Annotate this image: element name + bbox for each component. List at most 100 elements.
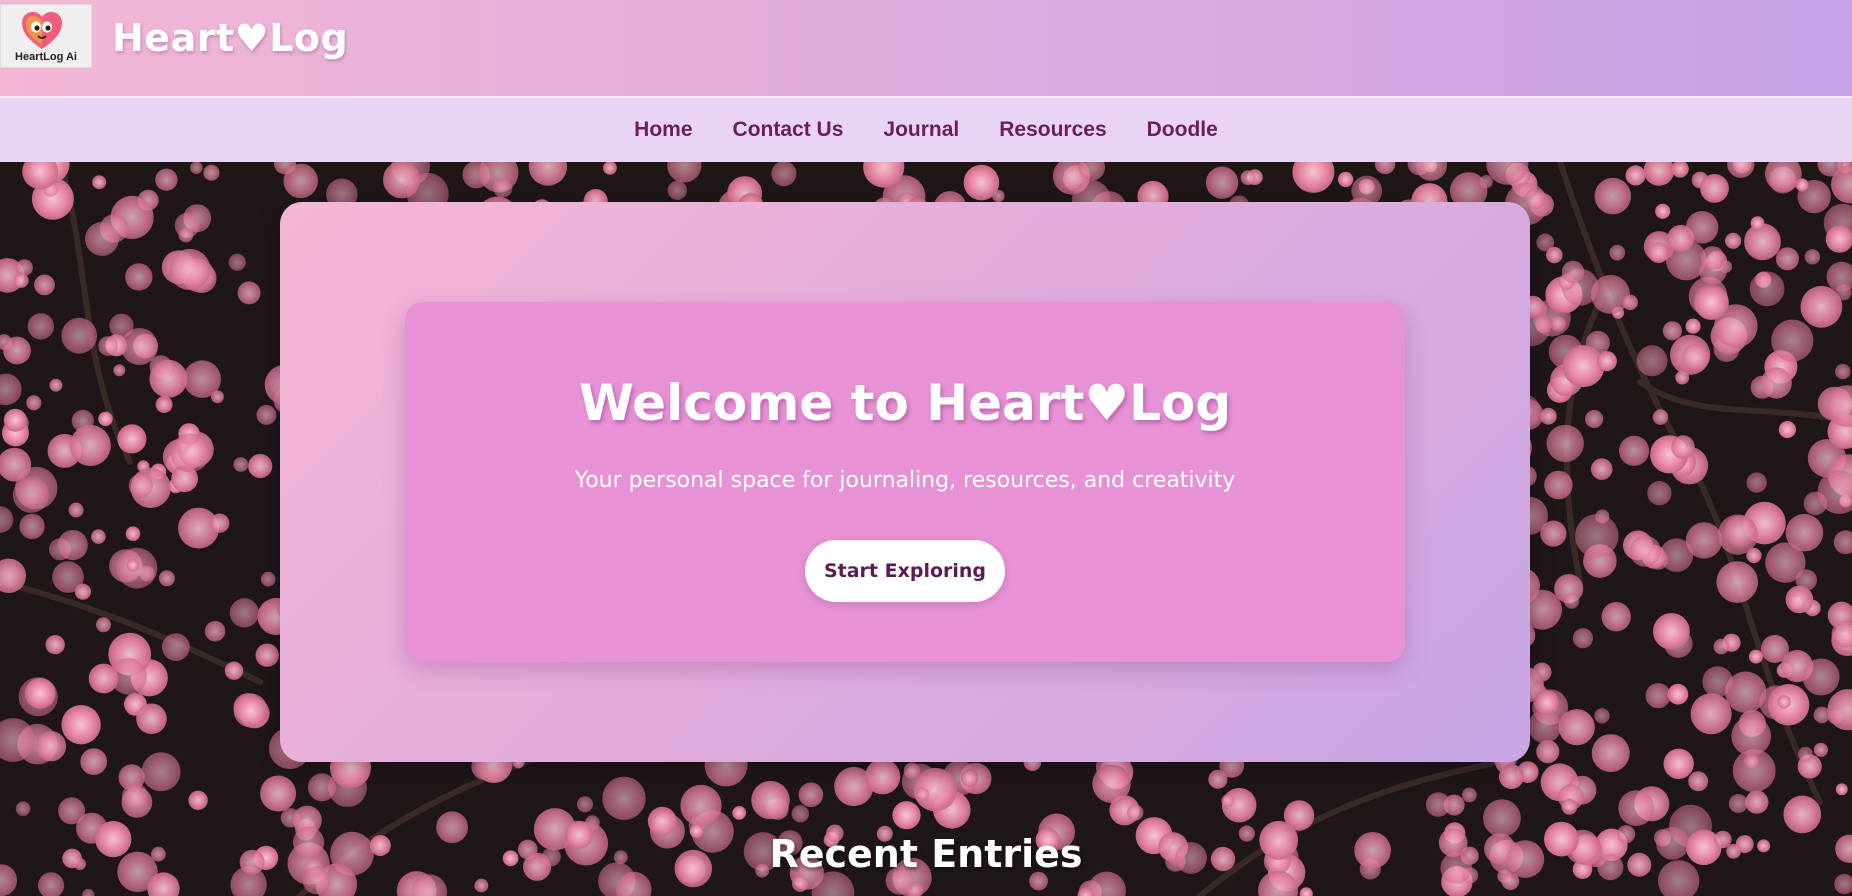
blossom: [12, 476, 50, 513]
blossom: [35, 731, 67, 762]
logo[interactable]: HeartLog Ai: [0, 4, 92, 68]
blossom: [24, 678, 56, 709]
blossom: [1802, 658, 1840, 696]
blossom: [1618, 790, 1655, 826]
start-exploring-button[interactable]: Start Exploring: [805, 540, 1005, 602]
blossom: [96, 617, 111, 633]
blossom: [1208, 769, 1228, 789]
hero-subtitle: Your personal space for journaling, reso…: [574, 468, 1236, 493]
blossom: [1127, 804, 1144, 821]
blossom: [1700, 174, 1729, 203]
blossom: [149, 359, 188, 398]
blossom: [771, 162, 797, 187]
nav-link-resources[interactable]: Resources: [999, 118, 1106, 142]
blossom: [1835, 363, 1851, 380]
blossom: [1685, 522, 1723, 559]
blossom: [126, 559, 140, 572]
blossom: [1205, 166, 1239, 199]
recent-entries-title: Recent Entries: [769, 832, 1083, 876]
blossom: [68, 502, 84, 518]
blossom: [1550, 315, 1567, 332]
logo-text: HeartLog Ai: [15, 51, 77, 63]
nav-link-home[interactable]: Home: [634, 118, 692, 142]
blossom: [1572, 628, 1593, 649]
blossom: [34, 274, 55, 296]
blossom: [13, 273, 29, 288]
blossom: [98, 411, 113, 427]
blossom: [1590, 458, 1613, 480]
blossom: [1675, 370, 1690, 385]
blossom: [1744, 223, 1781, 261]
blossom: [493, 178, 513, 198]
blossom: [52, 561, 84, 593]
blossom: [732, 806, 747, 820]
blossom: [204, 620, 226, 642]
blossom: [1546, 424, 1584, 463]
blossom: [680, 784, 722, 827]
blossom: [1688, 771, 1709, 792]
blossom: [158, 570, 175, 587]
blossom: [26, 395, 42, 411]
blossom: [57, 530, 88, 561]
blossom: [136, 703, 167, 735]
blossom: [1765, 542, 1806, 583]
blossom: [1636, 345, 1668, 377]
blossom: [1563, 593, 1580, 609]
blossom: [1685, 211, 1719, 244]
blossom: [162, 633, 190, 661]
blossom: [128, 473, 153, 498]
blossom: [864, 758, 901, 795]
blossom: [125, 263, 153, 291]
blossom: [1783, 795, 1822, 834]
blossom: [1561, 799, 1578, 815]
blossom: [255, 643, 279, 667]
blossom: [1653, 613, 1690, 650]
nav-link-contact-us[interactable]: Contact Us: [733, 118, 844, 142]
blossom: [1813, 742, 1828, 757]
blossom: [1671, 435, 1695, 459]
blossom: [1775, 247, 1799, 271]
blossom: [1800, 285, 1843, 328]
blossom: [1745, 790, 1769, 814]
blossom: [1746, 472, 1767, 493]
blossom: [233, 693, 268, 728]
nav-link-doodle[interactable]: Doodle: [1147, 118, 1218, 142]
blossom: [1594, 708, 1610, 724]
blossom: [117, 424, 147, 454]
blossom: [1804, 249, 1821, 265]
blossom: [1681, 343, 1710, 372]
blossom: [1785, 585, 1814, 614]
blossom: [49, 378, 63, 392]
blossom: [992, 189, 1005, 203]
blossom: [307, 773, 336, 802]
blossom: [1648, 242, 1669, 264]
blossom: [188, 790, 208, 810]
blossom: [1690, 693, 1732, 735]
blossom: [155, 396, 173, 413]
blossom: [792, 875, 809, 892]
nav-link-journal[interactable]: Journal: [883, 118, 959, 142]
blossom: [1524, 188, 1546, 210]
brand-title[interactable]: Heart♥Log: [112, 16, 348, 60]
blossom: [260, 775, 297, 812]
blossom: [1221, 794, 1234, 807]
blossom: [113, 364, 126, 377]
blossom: [228, 253, 246, 271]
blossom: [98, 336, 118, 356]
blossom: [15, 801, 31, 816]
blossom: [892, 801, 921, 830]
blossom: [224, 661, 244, 680]
heart-mascot-icon: [22, 12, 62, 49]
blossom: [1337, 171, 1354, 188]
blossom: [1778, 421, 1796, 439]
blossom: [1536, 740, 1560, 764]
blossom: [237, 281, 261, 305]
blossom: [1534, 690, 1559, 716]
blossom: [1667, 683, 1689, 705]
blossom: [155, 168, 178, 191]
blossom: [915, 787, 930, 802]
blossom: [85, 221, 119, 256]
blossom: [1625, 165, 1646, 186]
blossom: [170, 433, 210, 473]
blossom: [1561, 260, 1585, 284]
